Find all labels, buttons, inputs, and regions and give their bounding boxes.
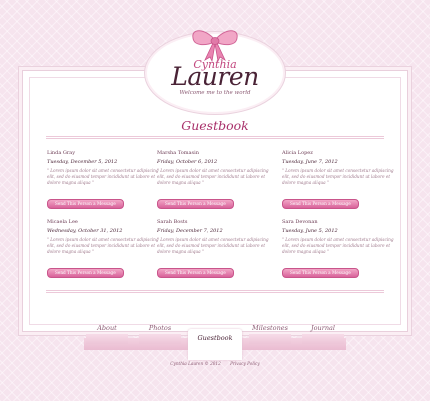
entry-text: " Lorem ipsum dolor sit amet consectetur… [47,237,159,254]
entry-date: Tuesday, June 7, 2012 [282,159,338,165]
nav-tab-journal[interactable]: Journal [296,324,350,346]
entry-text: " Lorem ipsum dolor sit amet consectetur… [282,168,394,185]
entry-text: " Lorem ipsum dolor sit amet consectetur… [157,168,269,185]
send-message-button[interactable]: Send This Person a Message [282,268,359,278]
nav-tab-label: Milestones [252,324,288,332]
send-message-button[interactable]: Send This Person a Message [282,199,359,209]
entry-date: Wednesday, October 31, 2012 [47,228,123,234]
nav-tab-label: Journal [311,324,335,332]
guestbook-entry: Alicia Lopez Tuesday, June 7, 2012 " Lor… [282,150,400,209]
entry-text: " Lorem ipsum dolor sit amet consectetur… [47,168,159,185]
guestbook-entry: Linda Gray Tuesday, December 5, 2012 " L… [47,150,165,209]
entry-author: Marsha Tomasin [157,150,199,156]
entry-author: Linda Gray [47,150,76,156]
send-message-button[interactable]: Send This Person a Message [157,199,234,209]
entry-date: Friday, December 7, 2012 [157,228,223,234]
divider [46,292,384,293]
entry-author: Sara Devonan [282,219,318,225]
bow-icon [192,30,238,62]
page-title: Guestbook [181,118,249,133]
footer: Cynthia Lauren © 2012 Privacy Policy [0,361,430,366]
entry-text: " Lorem ipsum dolor sit amet consectetur… [157,237,269,254]
nav-tab-about[interactable]: About [80,324,134,346]
logo-tagline: Welcome me to the world [179,90,251,96]
nav-tab-guestbook[interactable]: Guestbook [188,329,242,360]
nav-tab-label: Photos [148,324,172,332]
entry-author: Sarah Bosts [157,219,188,225]
nav-tab-label: Guestbook [197,334,233,342]
nav-tab-label: About [97,324,117,332]
guestbook-entry: Marsha Tomasin Friday, October 6, 2012 "… [157,150,275,209]
send-message-button[interactable]: Send This Person a Message [47,199,124,209]
entry-date: Tuesday, June 5, 2012 [282,228,338,234]
guestbook-entry: Sara Devonan Tuesday, June 5, 2012 " Lor… [282,219,400,278]
entry-date: Tuesday, December 5, 2012 [47,159,118,165]
send-message-button[interactable]: Send This Person a Message [47,268,124,278]
send-message-button[interactable]: Send This Person a Message [157,268,234,278]
footer-copyright: Cynthia Lauren © 2012 [170,361,221,366]
privacy-policy-link[interactable]: Privacy Policy [230,361,260,366]
divider [46,290,384,291]
guestbook-entry: Sarah Bosts Friday, December 7, 2012 " L… [157,219,275,278]
nav-tab-milestones[interactable]: Milestones [243,324,297,346]
guestbook-entry: Micaela Lee Wednesday, October 31, 2012 … [47,219,165,278]
divider [46,136,384,137]
entry-text: " Lorem ipsum dolor sit amet consectetur… [282,237,394,254]
entry-author: Micaela Lee [47,219,78,225]
nav-tab-photos[interactable]: Photos [133,324,187,346]
entry-author: Alicia Lopez [282,150,313,156]
logo-last-name: Lauren [171,62,259,91]
entry-date: Friday, October 6, 2012 [157,159,218,165]
divider [46,138,384,139]
